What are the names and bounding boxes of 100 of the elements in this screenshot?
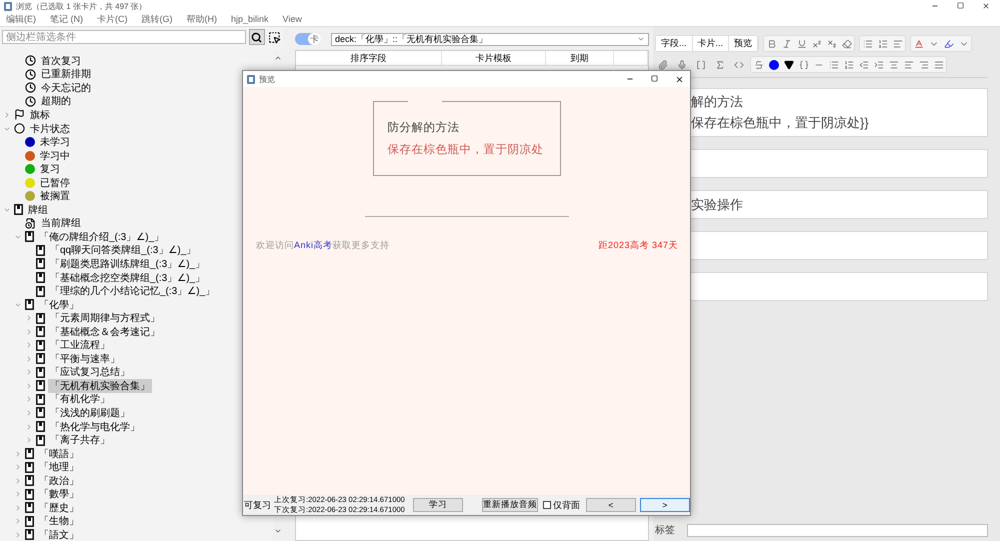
column-header[interactable]: 排序字段 bbox=[296, 51, 442, 65]
menu-item[interactable]: 跳转(G) bbox=[142, 12, 172, 26]
question-text: 防分解的方法 bbox=[388, 120, 460, 135]
sidebar-item[interactable]: 「基础概念挖空类牌组_(:3」∠)_」 bbox=[48, 270, 208, 285]
flag-icon bbox=[14, 109, 25, 120]
sidebar-item[interactable]: 复习 bbox=[38, 162, 62, 176]
menu-item[interactable]: View bbox=[282, 14, 302, 24]
sidebar-item[interactable]: 首次复习 bbox=[39, 54, 83, 68]
editor-button[interactable]: 预览 bbox=[729, 36, 758, 51]
sidebar-item[interactable]: 「无机有机实验合集」 bbox=[48, 378, 152, 393]
deck-icon bbox=[36, 286, 45, 297]
sidebar-item[interactable]: 「嘆語」 bbox=[37, 446, 81, 461]
deck-icon bbox=[25, 516, 34, 527]
sidebar-item[interactable]: 旗标 bbox=[28, 108, 52, 122]
sidebar-item[interactable]: 「化學」 bbox=[37, 298, 81, 312]
replay-audio-button[interactable]: 重新播放音频 bbox=[482, 498, 538, 512]
sidebar-item[interactable]: 今天忘记的 bbox=[39, 80, 93, 95]
sidebar-item[interactable]: 「俺の牌组介绍_(:3」∠)_」 bbox=[37, 230, 166, 244]
window-title: 预览 bbox=[259, 74, 275, 84]
countdown-text: 距2023高考 347天 bbox=[598, 239, 678, 252]
deck-icon bbox=[36, 353, 45, 364]
maximize-icon[interactable] bbox=[957, 2, 964, 9]
sidebar-item[interactable]: 「基础概念＆会考速记」 bbox=[48, 324, 162, 339]
deck-icon bbox=[25, 475, 34, 486]
menu-item[interactable]: 编辑(E) bbox=[6, 12, 36, 26]
nav-button[interactable]: > bbox=[640, 498, 690, 512]
mode-toggle[interactable]: 卡 bbox=[295, 33, 321, 45]
sidebar-item[interactable]: 「平衡与速率」 bbox=[48, 352, 122, 366]
scroll-down-icon[interactable] bbox=[274, 527, 282, 535]
sidebar-item[interactable]: 「歷史」 bbox=[37, 500, 81, 515]
field-text: 解的方法 bbox=[691, 93, 744, 111]
deck-icon bbox=[36, 340, 45, 351]
deck-icon bbox=[25, 462, 34, 473]
editor-button[interactable]: 卡片... bbox=[692, 36, 730, 51]
sidebar-item[interactable]: 「地理」 bbox=[37, 460, 81, 474]
sidebar-item[interactable]: 已重新排期 bbox=[39, 67, 93, 82]
clock-icon bbox=[25, 55, 36, 66]
field-text: 实验操作 bbox=[691, 196, 744, 214]
column-header[interactable]: 到期 bbox=[546, 51, 614, 65]
field-text: 保存在棕色瓶中，置于阴凉处}} bbox=[691, 114, 870, 132]
sidebar-item[interactable]: 「生物」 bbox=[37, 514, 81, 528]
column-header[interactable]: 卡片模板 bbox=[442, 51, 546, 65]
sidebar-item[interactable]: 学习中 bbox=[38, 148, 72, 163]
select-tool-icon[interactable] bbox=[268, 30, 281, 44]
filled-circle-icon[interactable] bbox=[766, 57, 781, 72]
sidebar-item[interactable]: 「數學」 bbox=[37, 487, 81, 502]
clock-icon bbox=[25, 96, 36, 107]
sidebar-item[interactable]: 当前牌组 bbox=[39, 216, 83, 230]
deck-icon bbox=[14, 204, 23, 216]
menu-item[interactable]: 笔记 (N) bbox=[50, 12, 83, 26]
study-button[interactable]: 学习 bbox=[412, 498, 463, 512]
deck-icon bbox=[36, 326, 45, 338]
sidebar-item[interactable]: 「理综的几个小结论记忆_(:3」∠)_」 bbox=[48, 284, 218, 298]
sidebar-item[interactable]: 超期的 bbox=[39, 94, 73, 108]
status-text: 可复习 bbox=[243, 498, 272, 512]
deck-icon bbox=[36, 272, 45, 284]
tags-field[interactable] bbox=[687, 524, 988, 536]
anki-link[interactable]: Anki高考 bbox=[294, 240, 333, 250]
sidebar-item[interactable]: 「工业流程」 bbox=[48, 338, 112, 352]
deck-icon bbox=[25, 448, 34, 460]
maximize-icon[interactable] bbox=[651, 74, 658, 82]
sidebar-item[interactable]: 「热化学与电化学」 bbox=[48, 420, 142, 434]
menu-item[interactable]: 帮助(H) bbox=[186, 12, 217, 26]
deck-icon bbox=[25, 488, 34, 500]
close-icon[interactable] bbox=[982, 2, 990, 10]
sidebar-item[interactable]: 未学习 bbox=[38, 135, 72, 150]
sidebar-item[interactable]: 「政治」 bbox=[37, 474, 81, 488]
sidebar-item[interactable]: 「刷题类思路训练牌组_(:3」∠)_」 bbox=[48, 256, 208, 271]
sidebar-item[interactable]: 卡片状态 bbox=[28, 122, 72, 136]
sidebar-item[interactable]: 「浅浅的刷刷题」 bbox=[48, 406, 132, 420]
menu-item[interactable]: 卡片(C) bbox=[97, 12, 128, 26]
sidebar-item[interactable]: 「应试复习总结」 bbox=[48, 365, 132, 380]
dropdown-caret-icon[interactable] bbox=[637, 35, 645, 43]
sidebar-item[interactable]: 「語文」 bbox=[37, 528, 81, 541]
sidebar-item[interactable]: 「qq聊天问答类牌组_(:3」∠)_」 bbox=[48, 243, 198, 258]
search-button[interactable] bbox=[248, 29, 266, 45]
back-only-checkbox[interactable]: 仅背面 bbox=[542, 498, 580, 512]
answer-text: 保存在棕色瓶中，置于阴凉处 bbox=[388, 142, 544, 157]
deck-icon bbox=[36, 258, 45, 270]
sidebar-item[interactable]: 「有机化学」 bbox=[48, 392, 112, 406]
nav-button[interactable]: < bbox=[586, 498, 636, 512]
scroll-up-icon[interactable] bbox=[274, 54, 282, 62]
sidebar-item[interactable]: 被搁置 bbox=[38, 189, 72, 204]
deck-icon bbox=[36, 407, 45, 418]
tags-label: 标签 bbox=[655, 524, 675, 537]
deck-icon bbox=[36, 312, 45, 324]
sidebar-search-field[interactable]: 侧边栏筛选条件 bbox=[2, 30, 246, 44]
sidebar-item[interactable]: 「元素周期律与方程式」 bbox=[48, 311, 162, 326]
deck-icon bbox=[25, 502, 34, 514]
app-icon bbox=[247, 74, 255, 84]
close-icon[interactable] bbox=[675, 74, 684, 84]
sidebar-item[interactable]: 「离子共存」 bbox=[48, 433, 112, 448]
search-combo[interactable]: deck:「化學」::「无机有机实验合集」 bbox=[331, 32, 649, 46]
editor-button[interactable]: 字段... bbox=[656, 36, 693, 51]
menu-item[interactable]: hjp_bilink bbox=[231, 14, 269, 24]
sidebar-item[interactable]: 牌组 bbox=[26, 202, 50, 217]
clock-icon bbox=[25, 68, 36, 80]
deck-icon bbox=[36, 380, 45, 392]
clock-icon bbox=[25, 82, 36, 94]
sidebar-item[interactable]: 已暂停 bbox=[38, 176, 72, 190]
